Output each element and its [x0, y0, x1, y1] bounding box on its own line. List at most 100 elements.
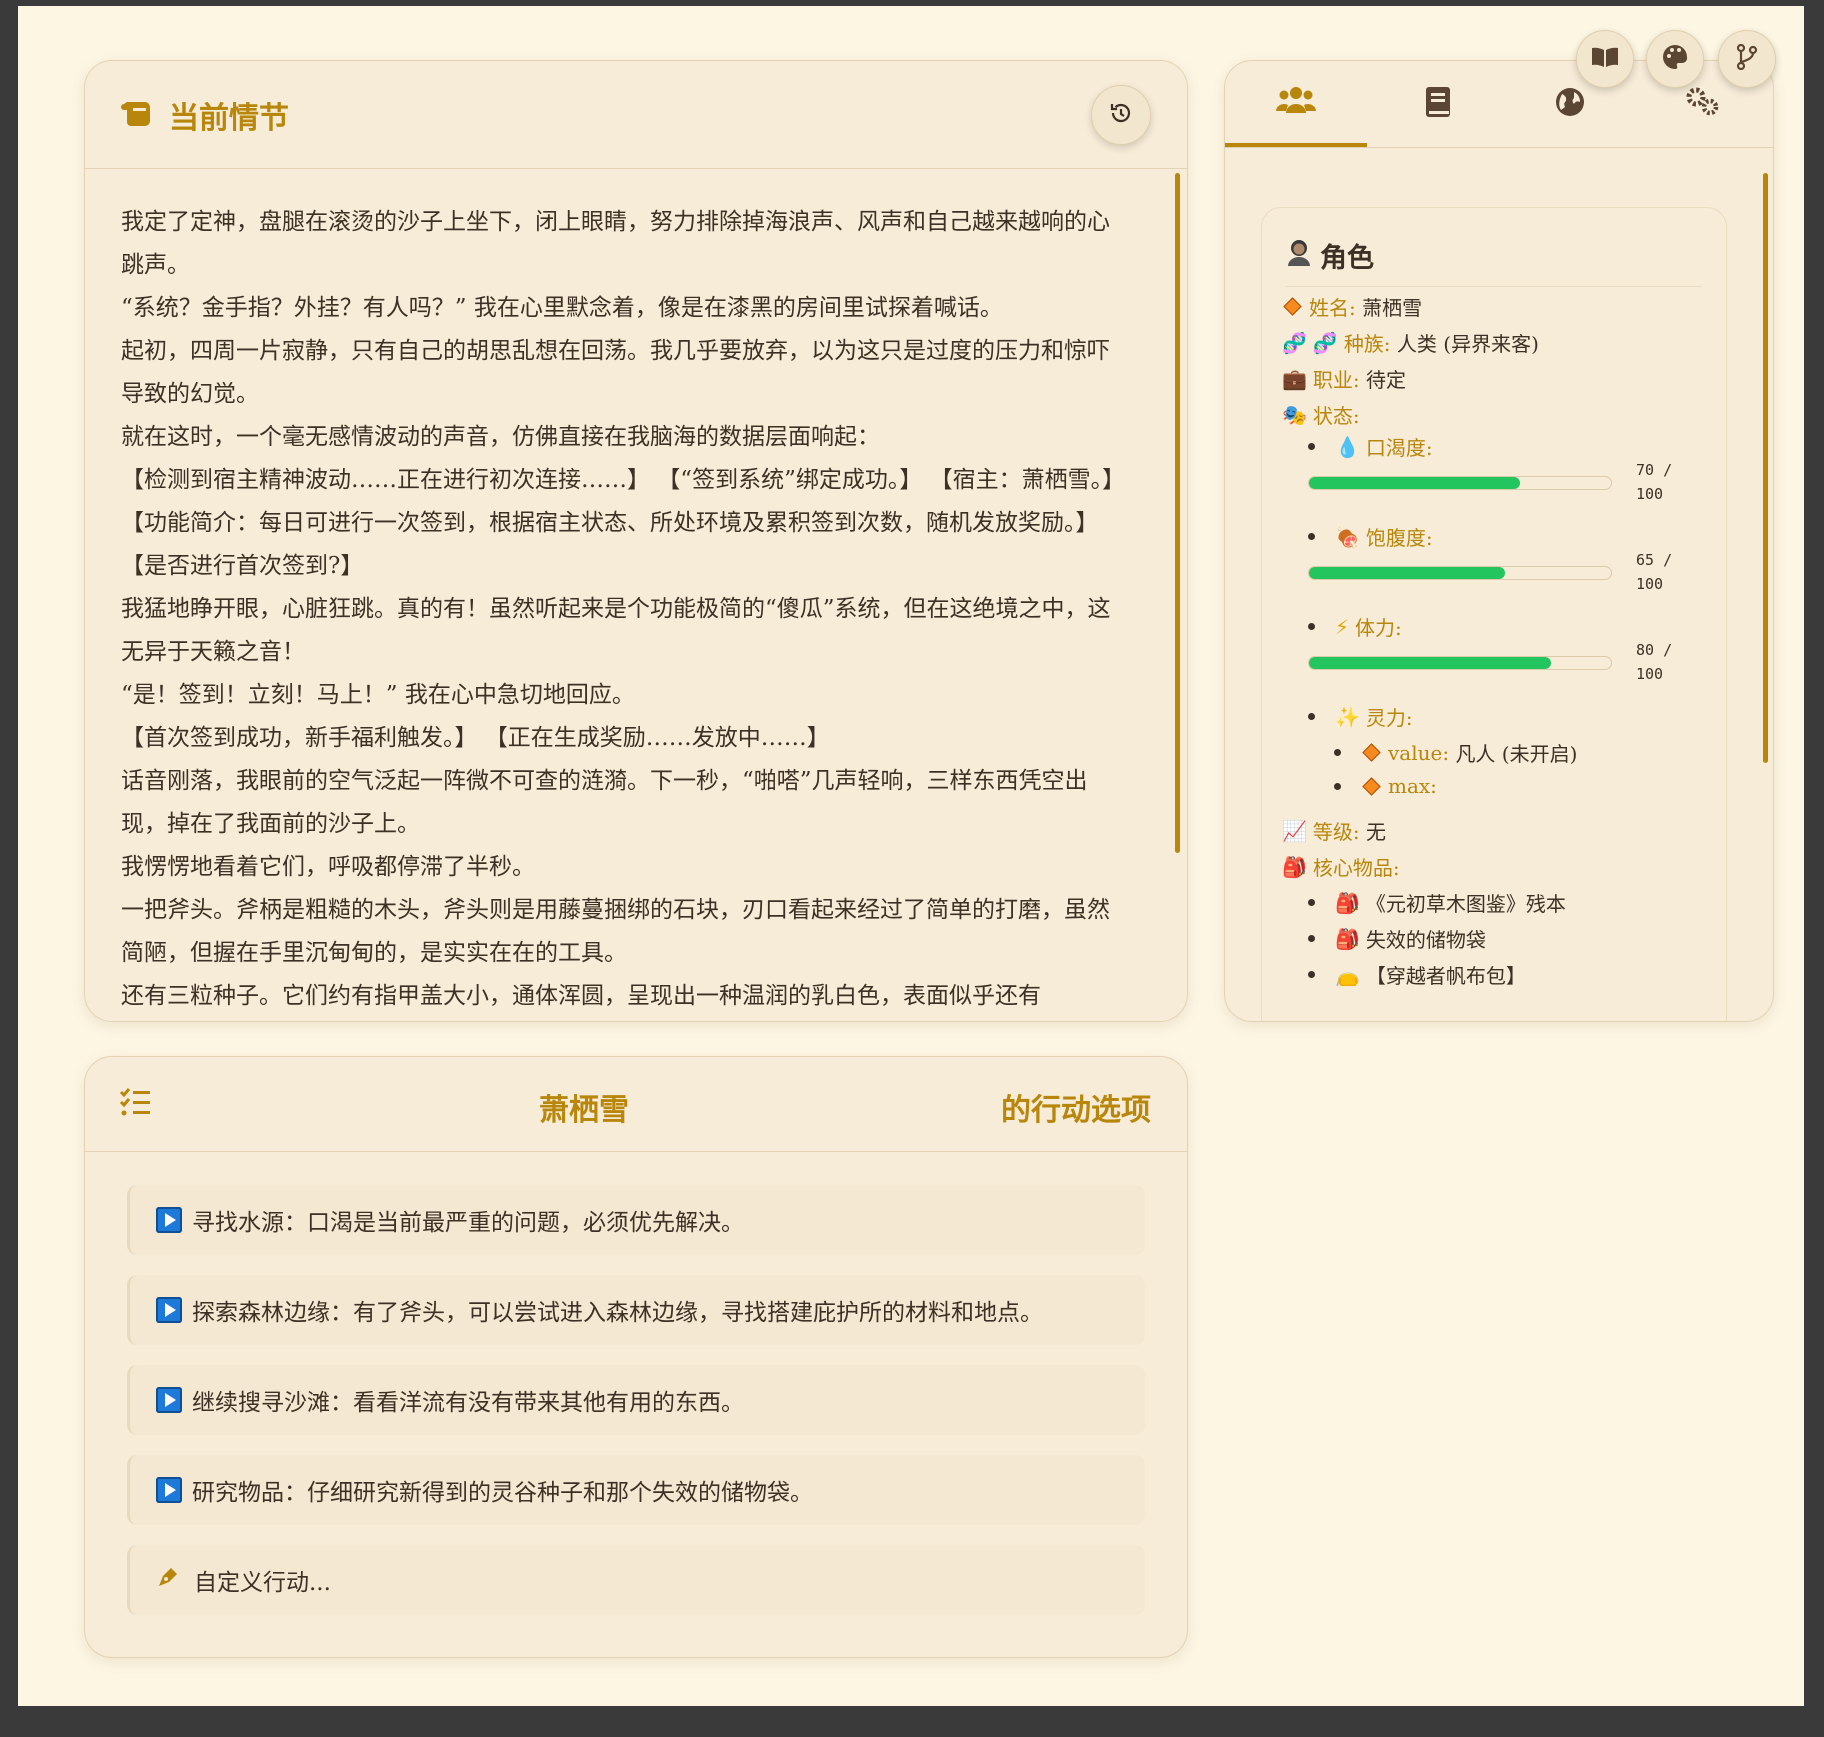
lightning-icon: ⚡ [1335, 614, 1350, 639]
item-row: 🎒 失效的储物袋 [1308, 924, 1486, 953]
play-icon [156, 1387, 182, 1413]
stamina-bar-fill [1309, 657, 1551, 669]
stamina-bar [1308, 656, 1612, 670]
tab-characters[interactable] [1225, 61, 1367, 147]
side-scrollbar[interactable] [1763, 173, 1768, 763]
tab-book[interactable] [1367, 61, 1509, 147]
theme-button[interactable] [1646, 30, 1704, 88]
item-row: 👝 【穿越者帆布包】 [1308, 960, 1526, 989]
item-row: 🎒 《元初草木图鉴》残本 [1308, 888, 1566, 917]
character-card: 角色 姓名: 萧栖雪 🧬 🧬 种族: 人类 (异界来客) 💼 职业: 待定 🎭 状… [1261, 207, 1727, 1021]
actions-title: 的行动选项 [1001, 1093, 1151, 1128]
story-scrollbar[interactable] [1175, 173, 1180, 853]
story-paragraph: 我愣愣地看着它们，呼吸都停滞了半秒。 [121, 854, 535, 880]
scroll-icon [121, 98, 155, 132]
action-option-4[interactable]: 研究物品：仔细研究新得到的灵谷种子和那个失效的储物袋。 [127, 1455, 1145, 1525]
story-paragraph: 我定了定神，盘腿在滚烫的沙子上坐下，闭上眼睛，努力排除掉海浪声、风声和自己越来越… [121, 209, 1110, 278]
action-option-3[interactable]: 继续搜寻沙滩：看看洋流有没有带来其他有用的东西。 [127, 1365, 1145, 1435]
story-paragraph: “系统？金手指？外挂？有人吗？” 我在心里默念着，像是在漆黑的房间里试探着喊话。 [121, 295, 1003, 321]
thirst-value: 70 / 100 [1636, 461, 1673, 503]
backpack-icon: 🎒 [1282, 854, 1307, 879]
palette-icon [1662, 44, 1688, 74]
history-icon [1108, 100, 1134, 130]
story-title: 当前情节 [169, 100, 289, 136]
actions-panel: 萧栖雪 的行动选项 寻找水源：口渴是当前最严重的问题，必须优先解决。 探索森林边… [84, 1056, 1188, 1658]
stamina-value: 80 / 100 [1636, 641, 1673, 683]
bullet [1308, 443, 1315, 450]
gears-icon [1682, 87, 1722, 121]
chart-icon: 📈 [1282, 818, 1307, 843]
book-icon [1425, 86, 1451, 122]
attr-level: 📈 等级: 无 [1282, 818, 1387, 845]
story-paragraph: 【首次签到成功，新手福利触发。】 【正在生成奖励……发放中……】 [121, 725, 830, 751]
story-panel: 当前情节 我定了定神，盘腿在滚烫的沙子上坐下，闭上眼睛，努力排除掉海浪声、风声和… [84, 60, 1188, 1022]
spirit-value-row: value: 凡人 (未开启) [1334, 738, 1577, 767]
stat-thirst: 💧 口渴度: [1308, 432, 1433, 461]
dna-icon: 🧬 [1282, 330, 1307, 355]
side-panel: 角色 姓名: 萧栖雪 🧬 🧬 种族: 人类 (异界来客) 💼 职业: 待定 🎭 状… [1224, 60, 1774, 1022]
story-paragraph: 【检测到宿主精神波动……正在进行初次连接……】 【“签到系统”绑定成功。】 【宿… [121, 467, 1126, 579]
story-text: 我定了定神，盘腿在滚烫的沙子上坐下，闭上眼睛，努力排除掉海浪声、风声和自己越来越… [121, 201, 1131, 1021]
divider [1286, 286, 1702, 287]
character-title: 角色 [1320, 243, 1374, 274]
stat-stamina: ⚡ 体力: [1308, 612, 1402, 641]
meat-icon: 🍖 [1335, 524, 1360, 549]
globe-icon [1554, 86, 1586, 122]
backpack-icon: 🎒 [1335, 926, 1360, 951]
custom-action-placeholder: 自定义行动... [194, 1570, 331, 1596]
app-frame: 当前情节 我定了定神，盘腿在滚烫的沙子上坐下，闭上眼睛，努力排除掉海浪声、风声和… [18, 6, 1804, 1706]
story-paragraph: 我猛地睁开眼，心脏狂跳。真的有！虽然听起来是个功能极简的“傻瓜”系统，但在这绝境… [121, 596, 1111, 665]
open-book-icon [1591, 46, 1619, 72]
action-label: 寻找水源：口渴是当前最严重的问题，必须优先解决。 [192, 1210, 744, 1236]
character-header: 角色 [1286, 236, 1374, 275]
hunger-bar [1308, 566, 1612, 580]
story-paragraph: 一把斧头。斧柄是粗糙的木头，斧头则是用藤蔓捆绑的石块，刃口看起来经过了简单的打磨… [121, 897, 1110, 966]
pen-icon [156, 1565, 180, 1595]
backpack-icon: 🎒 [1335, 890, 1360, 915]
attr-name: 姓名: 萧栖雪 [1282, 292, 1422, 321]
diamond-icon [1362, 776, 1381, 796]
attr-race: 🧬 🧬 种族: 人类 (异界来客) [1282, 330, 1539, 357]
action-option-1[interactable]: 寻找水源：口渴是当前最严重的问题，必须优先解决。 [127, 1185, 1145, 1255]
custom-action-input[interactable]: 自定义行动... [127, 1545, 1145, 1615]
action-label: 继续搜寻沙滩：看看洋流有没有带来其他有用的东西。 [192, 1390, 744, 1416]
story-paragraph: 话音刚落，我眼前的空气泛起一阵微不可查的涟漪。下一秒，“啪嗒”几声轻响，三样东西… [121, 768, 1088, 837]
story-paragraph: “是！签到！立刻！马上！” 我在心中急切地回应。 [121, 682, 635, 708]
action-list: 寻找水源：口渴是当前最严重的问题，必须优先解决。 探索森林边缘：有了斧头，可以尝… [127, 1185, 1145, 1635]
stat-spirit: ✨ 灵力: [1308, 702, 1413, 731]
action-label: 探索森林边缘：有了斧头，可以尝试进入森林边缘，寻找搭建庇护所的材料和地点。 [192, 1300, 1043, 1326]
bullet [1308, 971, 1315, 978]
users-icon [1276, 85, 1316, 119]
story-paragraph: 还有三粒种子。它们约有指甲盖大小，通体浑圆，呈现出一种温润的乳白色，表面似乎还有 [121, 983, 1041, 1009]
dna-icon: 🧬 [1312, 330, 1338, 355]
actions-character-name: 萧栖雪 [539, 1093, 629, 1128]
bag-icon: 👝 [1335, 962, 1360, 987]
briefcase-icon: 💼 [1282, 366, 1307, 391]
bullet [1308, 713, 1315, 720]
action-option-2[interactable]: 探索森林边缘：有了斧头，可以尝试进入森林边缘，寻找搭建庇护所的材料和地点。 [127, 1275, 1145, 1345]
diamond-icon [1283, 297, 1302, 316]
masks-icon: 🎭 [1282, 402, 1307, 427]
history-button[interactable] [1091, 84, 1151, 145]
bullet [1334, 782, 1341, 790]
actions-header: 萧栖雪 的行动选项 [85, 1057, 1187, 1152]
spirit-max-row: max: [1334, 774, 1437, 798]
play-icon [156, 1477, 182, 1503]
branch-button[interactable] [1718, 30, 1776, 88]
attr-status: 🎭 状态: [1282, 402, 1360, 429]
guide-button[interactable] [1576, 30, 1634, 88]
story-paragraph: 就在这时，一个毫无感情波动的声音，仿佛直接在我脑海的数据层面响起： [121, 424, 880, 450]
bullet [1308, 533, 1315, 540]
bullet [1308, 899, 1315, 906]
attr-job: 💼 职业: 待定 [1282, 366, 1407, 393]
git-branch-icon [1735, 43, 1759, 74]
bullet [1334, 749, 1341, 756]
checklist-icon [119, 1087, 151, 1121]
diamond-icon [1362, 743, 1381, 762]
hunger-bar-fill [1309, 567, 1506, 579]
bullet [1308, 935, 1315, 942]
action-label: 研究物品：仔细研究新得到的灵谷种子和那个失效的储物袋。 [192, 1480, 813, 1506]
sparkles-icon: ✨ [1335, 704, 1360, 729]
story-header: 当前情节 [85, 61, 1187, 169]
person-icon [1286, 238, 1312, 273]
